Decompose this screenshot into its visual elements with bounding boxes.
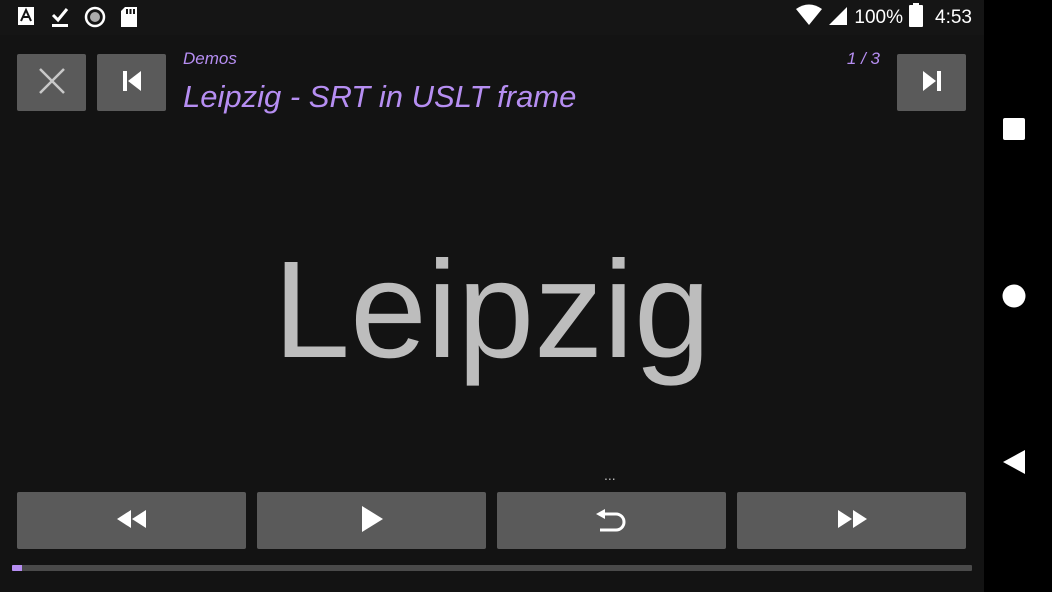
status-bar: 100% 4:53 bbox=[0, 0, 984, 35]
close-icon bbox=[37, 66, 67, 99]
status-right-cluster: 100% 4:53 bbox=[796, 0, 972, 35]
replay-button[interactable] bbox=[497, 492, 726, 549]
battery-percent: 100% bbox=[854, 6, 904, 28]
play-button[interactable] bbox=[257, 492, 486, 549]
more-indicator: ... bbox=[604, 467, 616, 483]
font-a-icon bbox=[17, 6, 35, 31]
progress-bar[interactable] bbox=[12, 565, 972, 571]
lyric-display: Leipzig bbox=[273, 233, 711, 387]
replay-icon bbox=[595, 504, 629, 537]
battery-icon bbox=[909, 2, 924, 33]
radio-circle-icon bbox=[84, 6, 106, 33]
album-name: Demos bbox=[183, 49, 237, 68]
back-triangle-icon[interactable] bbox=[1002, 449, 1026, 480]
cell-signal-icon bbox=[828, 4, 848, 32]
player-screen: Demos Leipzig - SRT in USLT frame 1 / 3 … bbox=[0, 35, 984, 592]
navigation-bar bbox=[984, 0, 1052, 592]
play-icon bbox=[359, 505, 385, 536]
clock: 4:53 bbox=[935, 6, 972, 28]
previous-track-button[interactable] bbox=[97, 54, 166, 111]
home-circle-icon[interactable] bbox=[1002, 284, 1026, 313]
rewind-button[interactable] bbox=[17, 492, 246, 549]
sd-card-icon bbox=[120, 6, 138, 33]
progress-fill bbox=[12, 565, 22, 571]
skip-next-icon bbox=[921, 70, 943, 95]
download-done-icon bbox=[50, 6, 70, 33]
fast-forward-button[interactable] bbox=[737, 492, 966, 549]
rewind-icon bbox=[116, 509, 148, 532]
skip-previous-icon bbox=[121, 70, 143, 95]
fast-forward-icon bbox=[836, 509, 868, 532]
track-position: 1 / 3 bbox=[846, 49, 880, 68]
track-title: Leipzig - SRT in USLT frame bbox=[183, 79, 577, 114]
next-track-button[interactable] bbox=[897, 54, 966, 111]
wifi-icon bbox=[796, 4, 823, 32]
close-button[interactable] bbox=[17, 54, 86, 111]
recents-square-icon[interactable] bbox=[1002, 117, 1026, 146]
